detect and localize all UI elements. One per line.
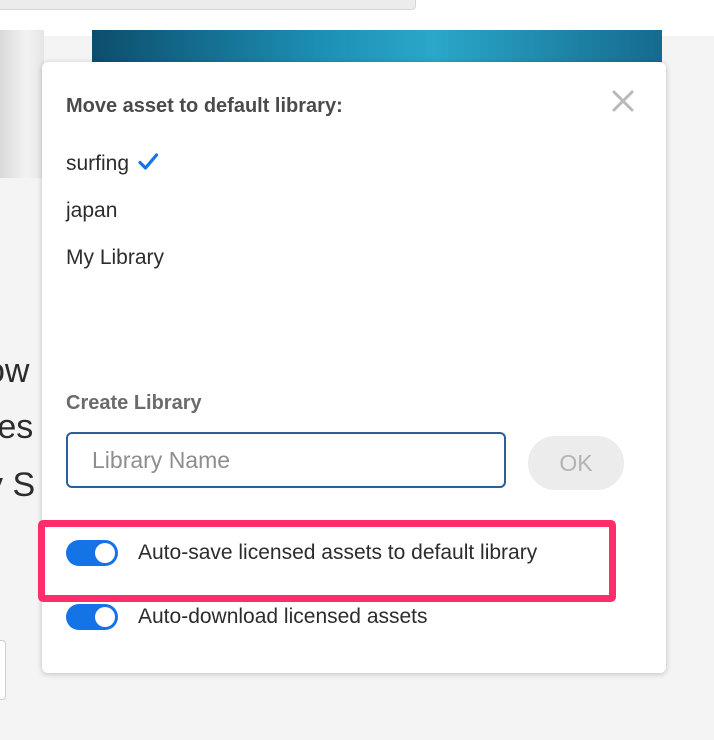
auto-download-label: Auto-download licensed assets [138, 605, 428, 628]
library-item-label: My Library [66, 246, 165, 269]
background-control[interactable] [0, 640, 6, 700]
library-list: surfing japan My Library [66, 150, 164, 291]
search-bar[interactable] [0, 0, 416, 10]
popover-title: Move asset to default library: [66, 95, 343, 117]
library-item-japan[interactable]: japan [66, 197, 164, 244]
auto-download-toggle-row[interactable]: Auto-download licensed assets [66, 604, 428, 630]
toggle-knob [95, 607, 115, 627]
thumbnail-image[interactable] [0, 30, 44, 178]
create-library-label: Create Library [66, 392, 202, 414]
checkmark-icon [137, 152, 159, 180]
library-item-surfing[interactable]: surfing [66, 150, 164, 197]
auto-download-toggle[interactable] [66, 604, 118, 630]
highlight-annotation [38, 520, 616, 602]
library-item-my-library[interactable]: My Library [66, 244, 164, 291]
close-icon[interactable] [610, 88, 636, 114]
background-text-line: res [0, 408, 34, 446]
library-name-input[interactable] [66, 432, 506, 488]
background-text-line: y S [0, 466, 36, 504]
library-item-label: surfing [66, 152, 130, 175]
library-item-label: japan [66, 199, 118, 222]
background-text-line: ow [0, 352, 30, 390]
ok-button[interactable]: OK [528, 436, 624, 490]
